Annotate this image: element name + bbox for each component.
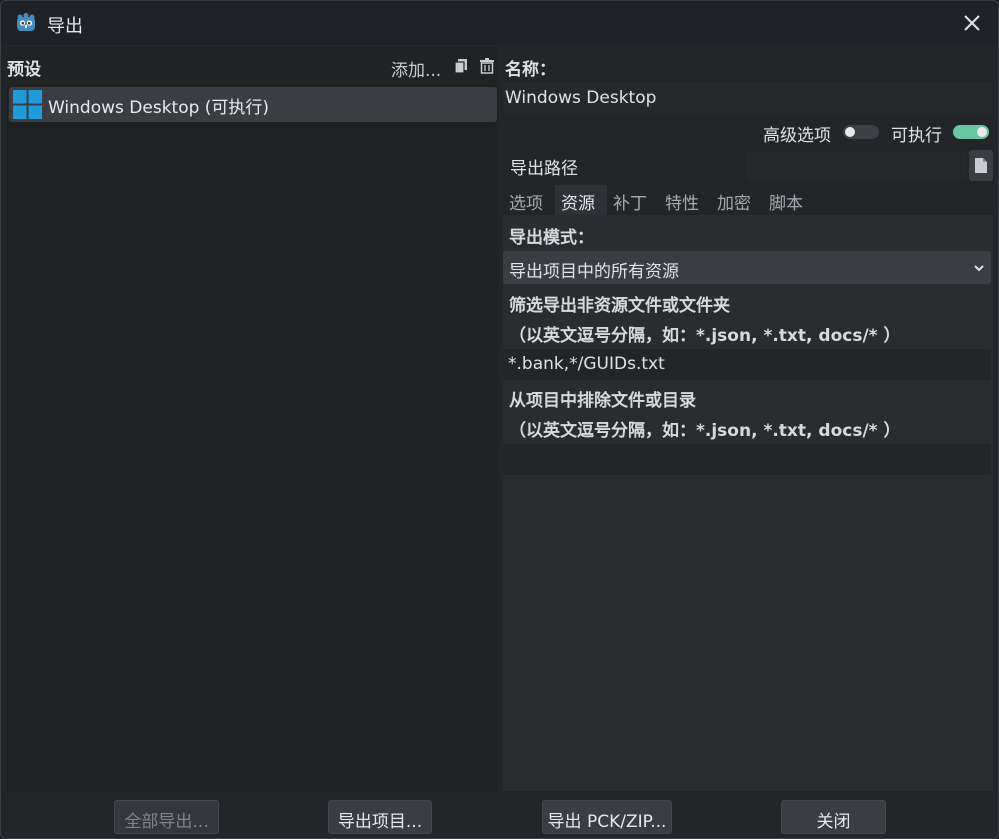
tab-features[interactable]: 特性 — [659, 185, 711, 215]
preset-label: Windows Desktop (可执行) — [48, 98, 270, 118]
include-filter-hint: （以英文逗号分隔，如：*.json, *.txt, docs/* ） — [509, 326, 901, 346]
tab-patches[interactable]: 补丁 — [607, 185, 659, 215]
exclude-filter-hint: （以英文逗号分隔，如：*.json, *.txt, docs/* ） — [509, 421, 901, 441]
toggle-knob — [845, 127, 855, 137]
executable-label: 可执行 — [891, 126, 942, 146]
executable-toggle[interactable] — [953, 125, 989, 139]
chevron-down-icon — [974, 265, 984, 272]
browse-file-button[interactable] — [969, 150, 993, 181]
file-icon — [975, 158, 987, 173]
exclude-filter-input[interactable] — [503, 444, 991, 475]
export-all-button[interactable]: 全部导出... — [114, 800, 219, 834]
trash-icon[interactable] — [480, 58, 494, 74]
tab-resources[interactable]: 资源 — [555, 185, 607, 215]
list-item[interactable]: Windows Desktop (可执行) — [9, 87, 497, 122]
export-path-field[interactable] — [747, 151, 967, 181]
export-mode-select[interactable]: 导出项目中的所有资源 — [503, 251, 991, 284]
export-pck-zip-button[interactable]: 导出 PCK/ZIP... — [542, 800, 672, 834]
toggle-knob — [977, 127, 987, 137]
window-title: 导出 — [47, 16, 83, 37]
close-button[interactable]: 关闭 — [781, 800, 886, 834]
export-dialog: 导出 预设 添加... Windows Desktop (可执行) 名称： Wi… — [0, 0, 999, 839]
exclude-filter-label: 从项目中排除文件或目录 — [509, 391, 696, 411]
advanced-options-toggle[interactable] — [843, 125, 879, 139]
include-filter-label: 筛选导出非资源文件或文件夹 — [509, 296, 730, 316]
close-icon[interactable] — [960, 11, 984, 35]
export-path-label: 导出路径 — [510, 159, 578, 179]
presets-header: 预设 — [7, 60, 41, 80]
add-preset-button[interactable]: 添加... — [391, 56, 441, 81]
name-field[interactable]: Windows Desktop — [503, 82, 993, 115]
export-mode-value: 导出项目中的所有资源 — [509, 262, 679, 282]
tab-bar: 选项 资源 补丁 特性 加密 脚本 — [503, 185, 815, 215]
name-label: 名称： — [505, 60, 556, 80]
preset-list: Windows Desktop (可执行) — [7, 86, 497, 791]
duplicate-icon[interactable] — [454, 58, 468, 74]
export-project-button[interactable]: 导出项目... — [328, 800, 432, 834]
title-bar: 导出 — [1, 1, 998, 45]
tab-options[interactable]: 选项 — [503, 185, 555, 215]
godot-logo-icon — [17, 13, 35, 31]
tab-scripts[interactable]: 脚本 — [763, 185, 815, 215]
windows-logo-icon — [13, 90, 42, 119]
advanced-options-label: 高级选项 — [763, 126, 831, 146]
include-filter-input[interactable]: *.bank,*/GUIDs.txt — [503, 349, 991, 380]
tab-encryption[interactable]: 加密 — [711, 185, 763, 215]
export-mode-label: 导出模式： — [509, 228, 594, 248]
